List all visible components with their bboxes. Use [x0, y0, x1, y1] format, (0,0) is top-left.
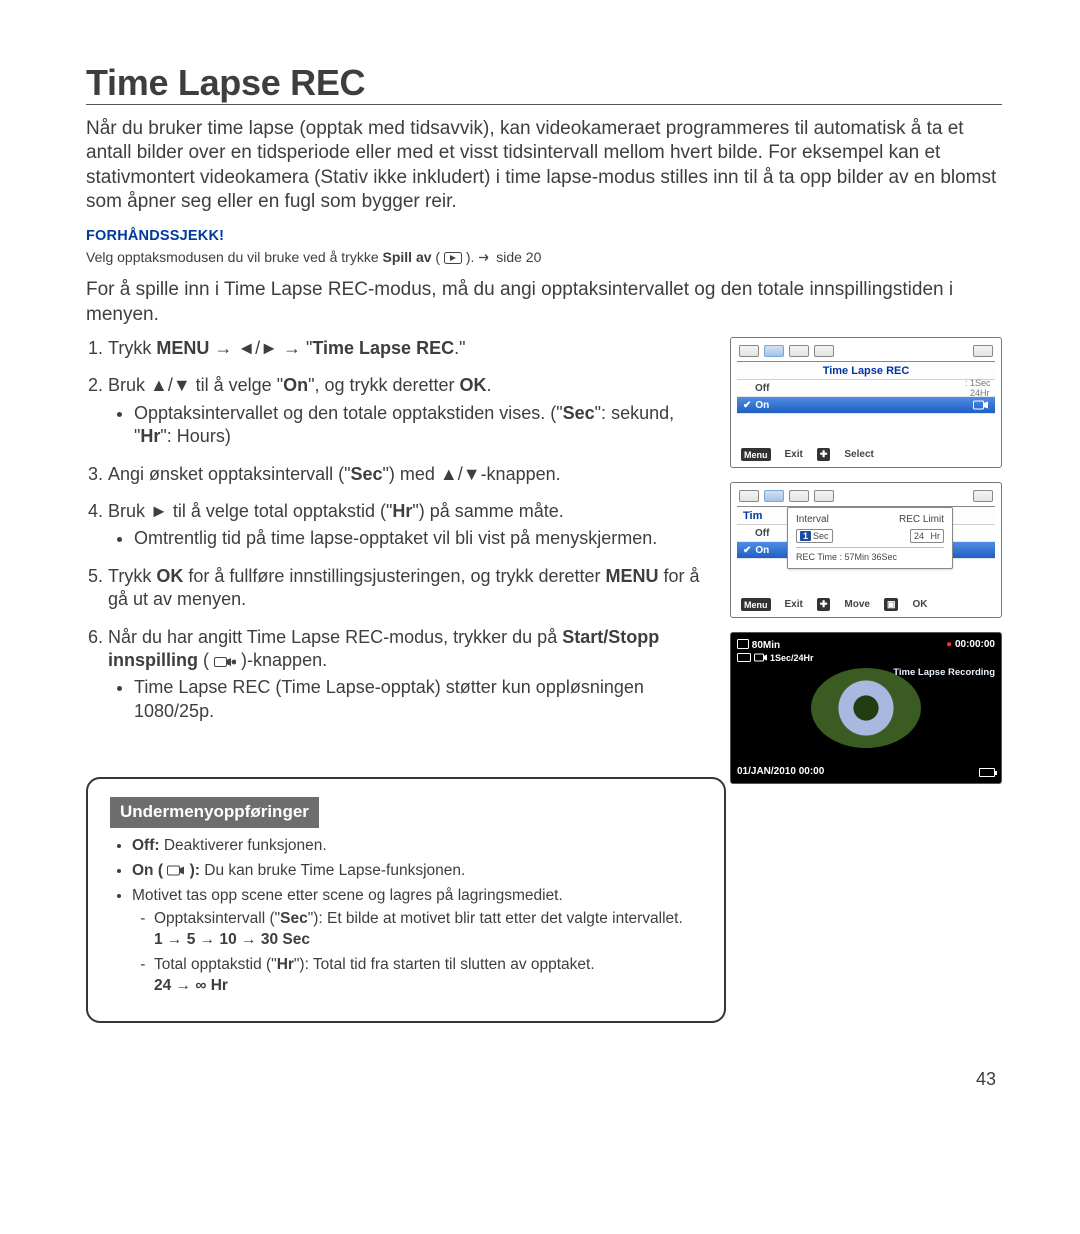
lcd1-select-label: Select	[844, 449, 873, 460]
dpad-icon: ✚	[817, 598, 831, 611]
timelapse-mode-icon	[167, 865, 185, 876]
rec-interval-line: 1Sec/24Hr	[737, 653, 995, 663]
timelapse-small-icon	[754, 653, 768, 662]
tab-icon	[739, 345, 759, 357]
tab-icon	[789, 345, 809, 357]
lcd2-move-label: Move	[844, 599, 870, 610]
play-mode-icon	[444, 252, 462, 264]
lcd1-top-icons	[737, 344, 995, 358]
dpad-icon: ✚	[817, 448, 831, 461]
step-5: Trykk OK for å fullføre innstillingsjust…	[108, 565, 712, 612]
submenu-on: On ( ): Du kan bruke Time Lapse-funksjon…	[132, 861, 702, 882]
step-list: Trykk MENU → ◄/► → "Time Lapse REC." Bru…	[86, 337, 712, 723]
lcd2-popup: Interval REC Limit 1Sec 24 Hr REC Time :…	[787, 507, 953, 569]
tab-icon	[739, 490, 759, 502]
menu-button-label: Menu	[741, 598, 771, 611]
submenu-sec: Opptaksintervall ("Sec"): Et bilde at mo…	[154, 909, 702, 951]
submenu-box: Undermenyoppføringer Off: Deaktiverer fu…	[86, 777, 726, 1022]
intro-paragraph: Når du bruker time lapse (opptak med tid…	[86, 117, 1002, 214]
lcd2-top-icons	[737, 489, 995, 503]
interval-value-box: 1Sec	[796, 529, 833, 543]
lead-paragraph-2: For å spille inn i Time Lapse REC-modus,…	[86, 278, 1002, 327]
pageref-arrow-icon	[478, 253, 492, 262]
step-4-note: Omtrentlig tid på time lapse-opptaket vi…	[134, 527, 712, 550]
step-6: Når du har angitt Time Lapse REC-modus, …	[108, 626, 712, 724]
check-icon: ✔	[743, 400, 751, 411]
lcd2-exit-label: Exit	[785, 599, 803, 610]
rec-mode-label: Time Lapse Recording	[737, 665, 995, 678]
rec-battery-remaining: 80Min	[737, 639, 780, 651]
submenu-heading: Undermenyoppføringer	[110, 797, 319, 828]
tab-icon	[789, 490, 809, 502]
lcd1-side-values: : 1Sec 24Hr	[965, 378, 1007, 399]
step-1: Trykk MENU → ◄/► → "Time Lapse REC."	[108, 337, 712, 360]
resolution-icon	[737, 653, 751, 662]
rec-datestamp: 01/JAN/2010 00:00	[737, 766, 824, 777]
lcd1-exit-label: Exit	[785, 449, 803, 460]
tab-icon-active	[764, 345, 784, 357]
step-6-note: Time Lapse REC (Time Lapse-opptak) støtt…	[134, 676, 712, 723]
tab-icon	[814, 490, 834, 502]
card-icon	[973, 490, 993, 502]
reclimit-value-box: 24 Hr	[910, 529, 944, 543]
page-title: Time Lapse REC	[86, 62, 1002, 105]
rec-time-text: REC Time : 57Min 36Sec	[796, 547, 944, 562]
lcd1-menu-title: Time Lapse REC	[737, 362, 995, 380]
lcd1-option-off: Off	[737, 380, 995, 397]
step-2-note: Opptaksintervallet og den totale opptaks…	[134, 402, 712, 449]
submenu-desc: Motivet tas opp scene etter scene og lag…	[132, 886, 702, 997]
battery-icon	[979, 768, 995, 777]
submenu-hr: Total opptakstid ("Hr"): Total tid fra s…	[154, 955, 702, 997]
step-4: Bruk ► til å velge total opptakstid ("Hr…	[108, 500, 712, 551]
lcd2-ok-label: OK	[912, 599, 927, 610]
card-icon	[973, 345, 993, 357]
interval-label: Interval	[796, 514, 829, 525]
reclimit-label: REC Limit	[899, 514, 944, 525]
ok-icon: ▣	[884, 598, 899, 611]
rec-timecode: ● 00:00:00	[946, 639, 995, 651]
precheck-heading: FORHÅNDSSJEKK!	[86, 228, 1002, 244]
lcd-screen-2: Tim Off ✔ On Interval REC Limit 1Sec	[730, 482, 1002, 618]
tab-icon	[814, 345, 834, 357]
tab-icon-active	[764, 490, 784, 502]
precheck-text: Velg opptaksmodusen du vil bruke ved å t…	[86, 248, 1002, 266]
submenu-off: Off: Deaktiverer funksjonen.	[132, 836, 702, 857]
step-3: Angi ønsket opptaksintervall ("Sec") med…	[108, 463, 712, 486]
recording-preview: 80Min ● 00:00:00 1Sec/24Hr Time Lapse Re…	[730, 632, 1002, 784]
lcd1-option-on: ✔ On	[737, 397, 995, 414]
menu-button-label: Menu	[741, 448, 771, 461]
check-icon: ✔	[743, 545, 751, 556]
lcd-screen-1: Time Lapse REC Off ✔ On : 1Sec 24Hr Menu	[730, 337, 1002, 468]
rec-dot-icon: ●	[946, 639, 952, 650]
camcorder-rec-icon	[214, 656, 236, 668]
card-icon	[737, 639, 749, 649]
step-2: Bruk ▲/▼ til å velge "On", og trykk dere…	[108, 374, 712, 448]
timelapse-small-icon	[973, 400, 989, 410]
page-number: 43	[86, 1069, 1002, 1090]
